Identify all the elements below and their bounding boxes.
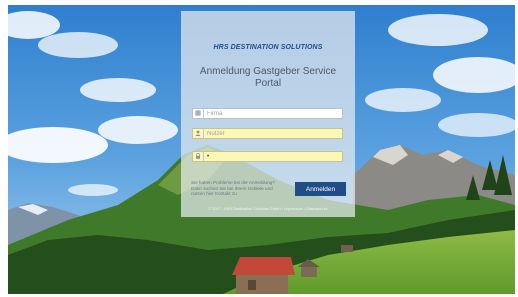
company-input[interactable]: [207, 109, 341, 118]
user-input[interactable]: [207, 129, 341, 138]
user-icon: [193, 129, 204, 138]
brand-logo: HRS DESTINATION SOLUTIONS: [213, 44, 323, 51]
company-field[interactable]: [192, 108, 343, 119]
footer-text: © 2017 - HRS Destination Solutions GmbH …: [208, 207, 328, 211]
login-help-text[interactable]: Sie haben Probleme bei der Anmeldung? Da…: [191, 180, 283, 197]
password-field[interactable]: [192, 151, 343, 162]
page-title: Anmeldung Gastgeber Service Portal: [199, 66, 337, 89]
login-button[interactable]: Anmelden: [295, 182, 346, 196]
user-field[interactable]: [192, 128, 343, 139]
login-screen: HRS DESTINATION SOLUTIONS Anmeldung Gast…: [8, 5, 515, 294]
password-input[interactable]: [207, 152, 341, 161]
login-panel: HRS DESTINATION SOLUTIONS Anmeldung Gast…: [181, 11, 355, 217]
building-icon: [193, 109, 204, 118]
lock-icon: [193, 152, 204, 161]
